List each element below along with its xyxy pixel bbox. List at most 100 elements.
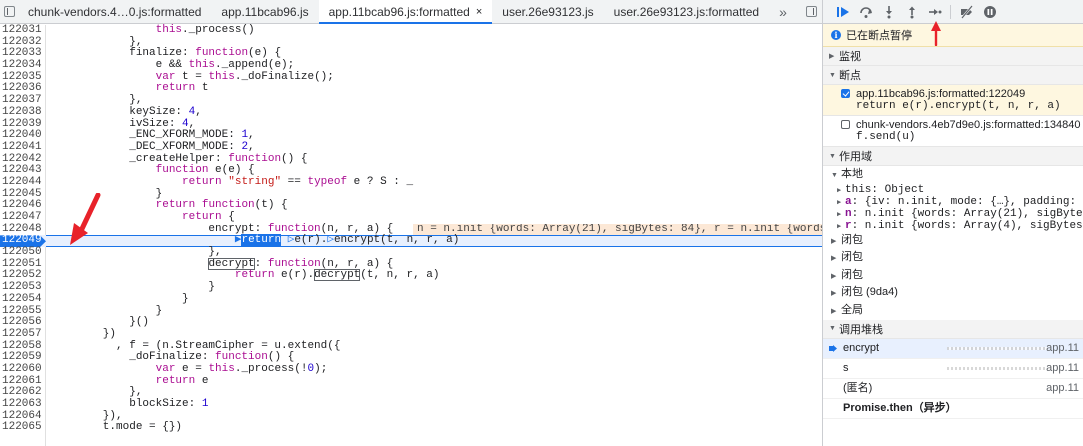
scope-variable[interactable]: ▶ r: n.init {words: Array(4), sigBytes: [823, 220, 1083, 232]
breakpoint-item[interactable]: app.11bcab96.js:formatted:122049 return … [823, 85, 1083, 116]
step-into-icon [885, 5, 892, 18]
code-line[interactable]: 122047 return { [0, 211, 822, 224]
debugger-sidebar: i 已在断点暂停 ▶ 监视 ▼ 断点 app.11bcab96.js:forma… [822, 0, 1083, 446]
breakpoint-checkbox[interactable] [841, 89, 850, 98]
line-code: } [50, 292, 189, 305]
line-number[interactable]: 122057 [0, 328, 42, 341]
code-line[interactable]: 122054 } [0, 292, 822, 306]
section-breakpoints[interactable]: ▼ 断点 [823, 66, 1083, 85]
scope-closure[interactable]: ▶ 闭包 [823, 232, 1083, 250]
chevron-right-icon: ▶ [829, 53, 835, 60]
code-line[interactable]: 122065 t.mode = {}) [0, 422, 822, 434]
code-line[interactable]: 122038 keySize: 4, [0, 106, 822, 119]
info-icon: i [831, 30, 841, 40]
toggle-debugger-sidebar-button[interactable] [800, 0, 822, 23]
line-code: }) [50, 327, 117, 340]
tab-app-formatted[interactable]: app.11bcab96.js:formatted × [318, 0, 493, 24]
frame-location: app.11 [1046, 361, 1079, 374]
line-code: _DEC_XFORM_MODE: 2, [50, 140, 255, 153]
line-code: this._process() [155, 24, 255, 36]
frame-function: (匿名) [843, 381, 873, 394]
line-number[interactable]: 122050 [0, 246, 42, 259]
paused-text: 已在断点暂停 [846, 30, 912, 42]
scope-variable[interactable]: ▶ this: Object [823, 184, 1083, 196]
line-number[interactable]: 122060 [0, 363, 42, 376]
step-into-button[interactable] [877, 1, 900, 23]
code-line[interactable]: 122034 e && this._append(e); [0, 59, 822, 72]
chevron-down-icon: ▼ [829, 152, 836, 160]
frame-location: app.11 [1046, 341, 1079, 354]
line-number[interactable]: 122044 [0, 176, 42, 189]
line-number[interactable]: 122047 [0, 211, 42, 224]
chevron-right-icon: ▶ [837, 210, 842, 219]
tab-user-formatted[interactable]: user.26e93123.js:formatted [604, 0, 769, 23]
current-frame-arrow-icon [829, 344, 837, 352]
line-code: t.mode = {}) [50, 421, 183, 434]
paused-banner: i 已在断点暂停 [823, 24, 1083, 47]
frame-function: s [843, 361, 849, 374]
line-number[interactable]: 122031 [0, 24, 42, 37]
chevron-right-icon: ▶ [837, 186, 842, 195]
code-line[interactable]: 122060 var e = this._process(!0); [0, 363, 822, 376]
step-out-icon [908, 6, 915, 18]
call-frame[interactable]: s app.11 [823, 359, 1083, 379]
frame-location: app.11 [1046, 381, 1079, 394]
tab-chunk-vendors-formatted[interactable]: chunk-vendors.4…0.js:formatted [18, 0, 211, 23]
scope-variable[interactable]: ▶ a: {iv: n.init, mode: {…}, padding: { [823, 196, 1083, 208]
code-line[interactable]: 122063 blockSize: 1 [0, 398, 822, 411]
inline-variable-values: n = n.init {words: Array(21), sigBytes: … [413, 223, 822, 236]
chevron-right-icon: ▶ [831, 255, 837, 263]
section-scope[interactable]: ▼ 作用域 [823, 147, 1083, 166]
section-watch[interactable]: ▶ 监视 [823, 47, 1083, 66]
breakpoint-item[interactable]: chunk-vendors.4eb7d9e0.js:formatted:1348… [823, 116, 1083, 147]
code-line[interactable]: 122044 return "string" == typeof e ? S :… [0, 175, 822, 189]
section-callstack[interactable]: ▼ 调用堆栈 [823, 319, 1083, 339]
step-over-button[interactable] [854, 1, 877, 23]
code-area[interactable]: 122031 this._process() 122032 }, 122033 fi… [0, 24, 822, 446]
code-line[interactable]: 122031 this._process() [0, 24, 822, 37]
resume-icon [836, 6, 849, 17]
line-number[interactable]: 122034 [0, 59, 42, 72]
sidebar-toggle-icon [805, 6, 817, 17]
toggle-navigator-button[interactable] [0, 0, 18, 23]
pause-on-exceptions-button[interactable] [978, 1, 1001, 23]
scope-variable[interactable]: ▶ n: n.init {words: Array(21), sigBytes [823, 208, 1083, 220]
scope-local[interactable]: ▼ 本地 [823, 166, 1083, 184]
call-frame[interactable]: encrypt app.11 [823, 338, 1083, 359]
more-tabs-button[interactable]: » [769, 0, 797, 23]
chevron-down-icon: ▼ [829, 325, 836, 333]
line-number[interactable]: 122063 [0, 398, 42, 411]
line-code: blockSize: 1 [50, 398, 209, 410]
chevron-right-icon: ▶ [831, 290, 837, 298]
tab-app-js[interactable]: app.11bcab96.js [211, 0, 318, 23]
code-line[interactable]: 122056 }() [0, 316, 822, 329]
line-number[interactable]: 122038 [0, 106, 42, 119]
code-line[interactable]: 122050 }, [0, 246, 822, 259]
step-over-icon [859, 6, 872, 18]
debugger-toolbar [823, 0, 1083, 24]
line-number[interactable]: 122054 [0, 293, 42, 306]
red-annotation-arrow-icon [70, 193, 101, 245]
deactivate-breakpoints-icon [960, 4, 973, 19]
line-number[interactable]: 122065 [0, 422, 42, 434]
close-tab-icon[interactable]: × [476, 6, 482, 18]
frame-function: encrypt [843, 341, 880, 354]
breakpoint-checkbox[interactable] [841, 120, 850, 129]
code-line[interactable]: 122057 }) [0, 327, 822, 341]
tab-user-js[interactable]: user.26e93123.js [492, 0, 603, 23]
resume-button[interactable] [831, 1, 854, 23]
breakpoint-location: chunk-vendors.4eb7d9e0.js:formatted:1348… [856, 119, 1081, 131]
scope-closure[interactable]: ▶ 闭包 (9da4) [823, 284, 1083, 302]
code-line[interactable]: 122041 _DEC_XFORM_MODE: 2, [0, 140, 822, 154]
step-out-button[interactable] [900, 1, 923, 23]
line-code: return "string" == typeof e ? S : _ [182, 175, 414, 188]
scope-closure[interactable]: ▶ 闭包 [823, 267, 1083, 285]
scope-closure[interactable]: ▶ 闭包 [823, 249, 1083, 267]
scope-global[interactable]: ▶ 全局 [823, 302, 1083, 320]
line-number[interactable]: 122041 [0, 141, 42, 154]
chevron-right-icon: ▶ [831, 237, 837, 245]
breakpoint-location: app.11bcab96.js:formatted:122049 [856, 88, 1026, 100]
deactivate-breakpoints-button[interactable] [955, 1, 978, 23]
call-frame[interactable]: Promise.then（异步） [823, 399, 1083, 419]
call-frame[interactable]: (匿名) app.11 [823, 379, 1083, 399]
